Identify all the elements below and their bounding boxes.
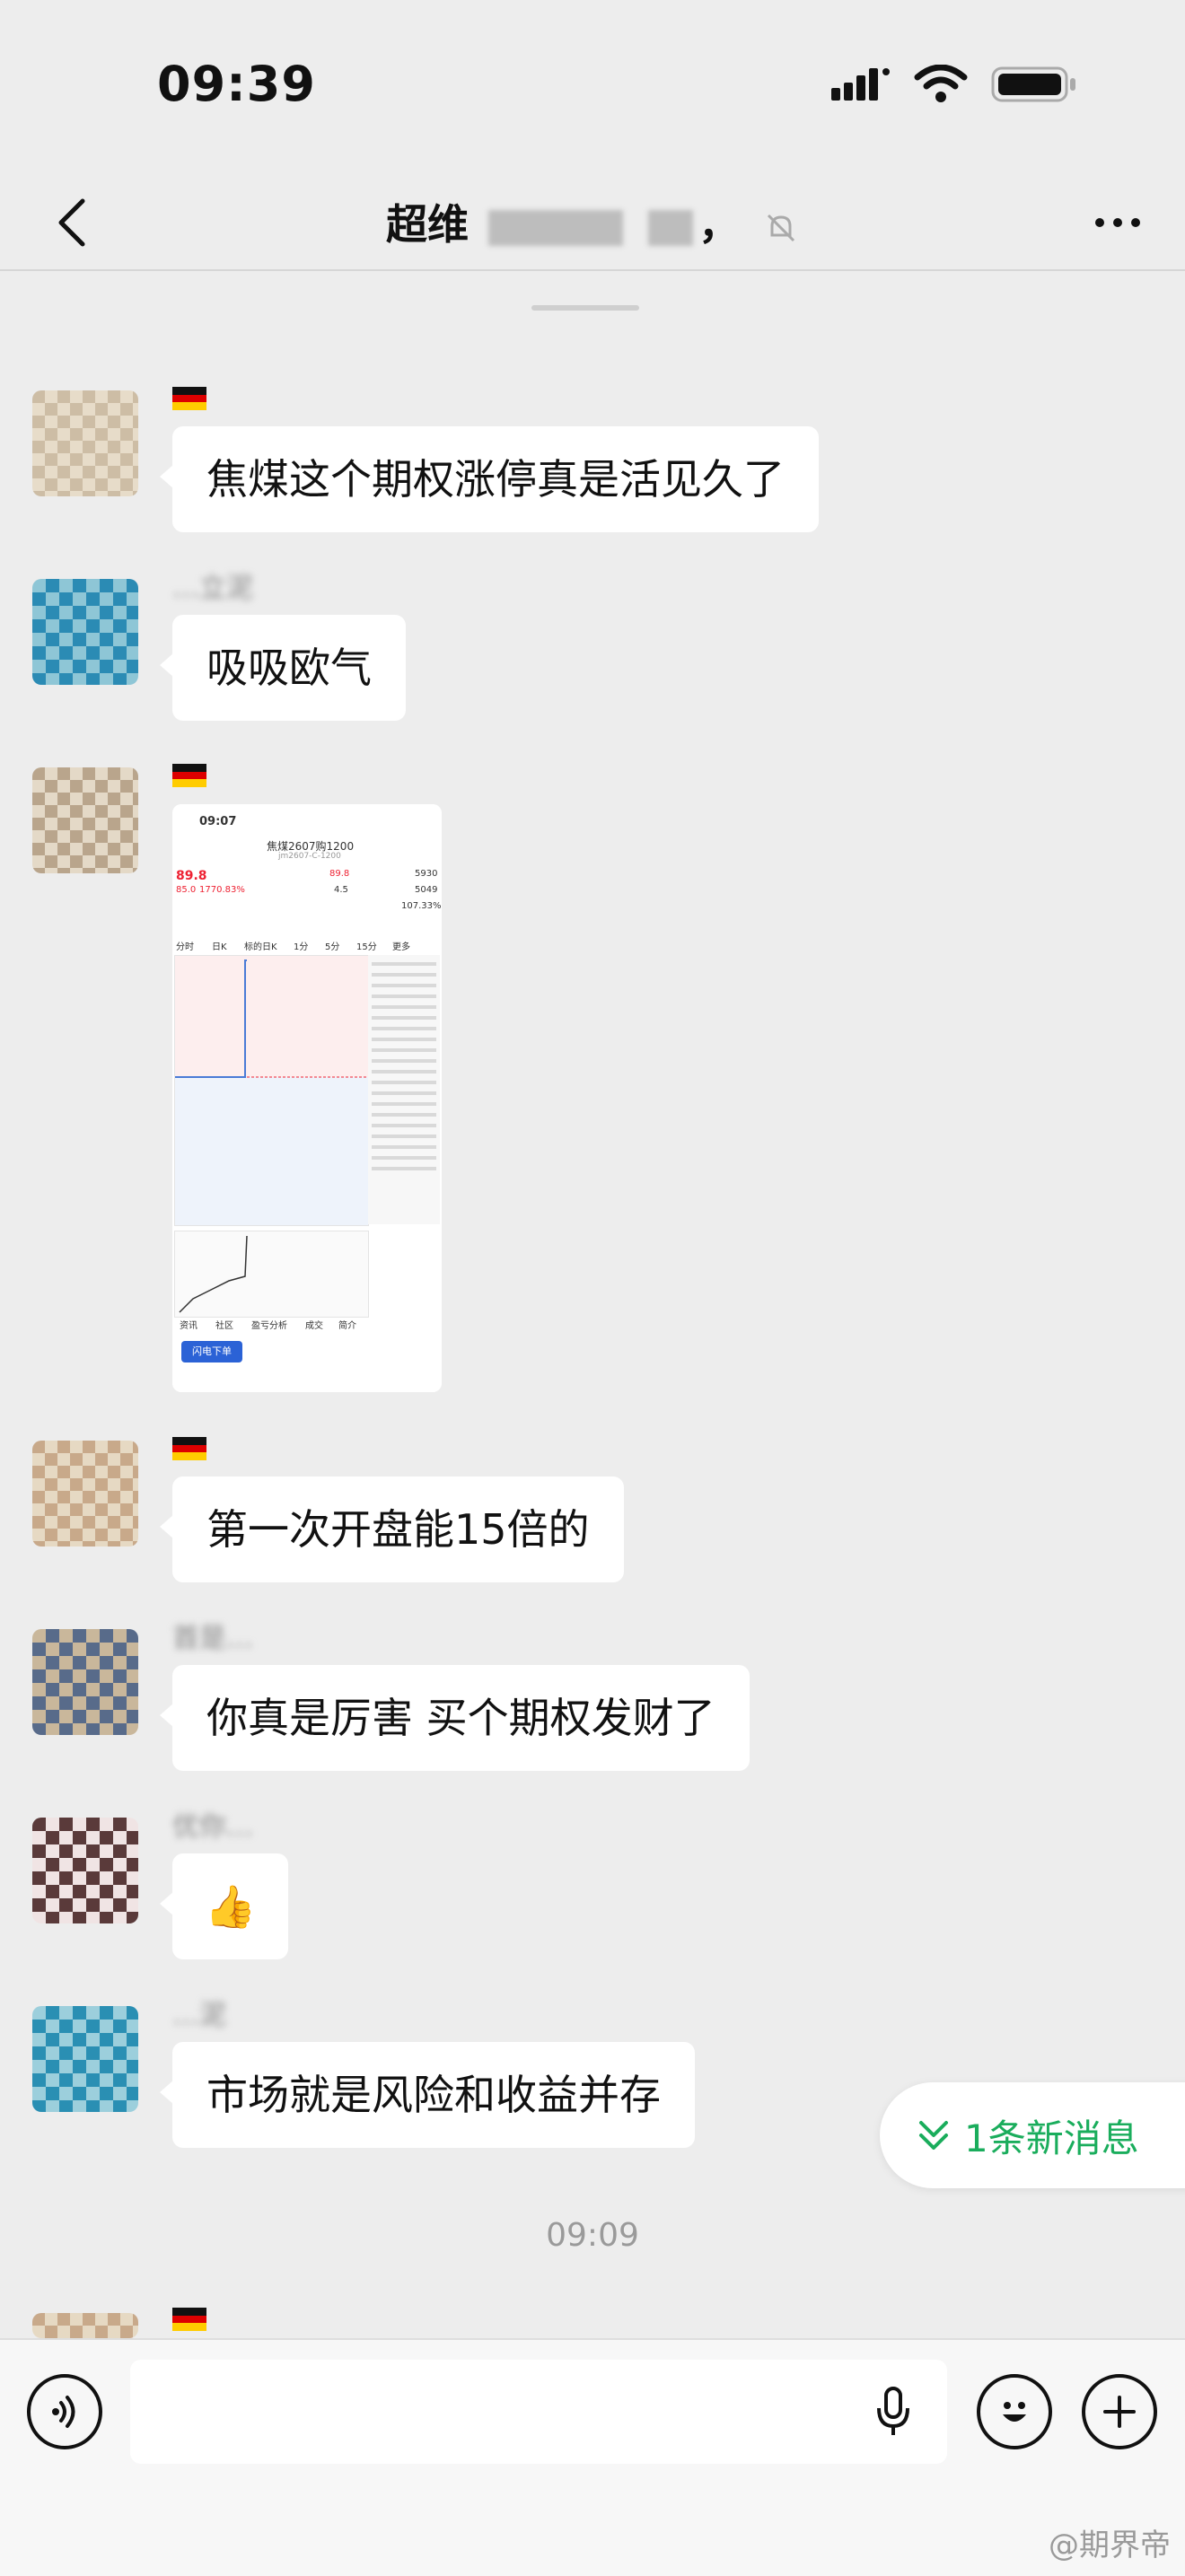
- screenshot-ratio: 107.33%: [401, 901, 442, 911]
- screenshot-bottom-tab: 简介: [338, 1321, 356, 1331]
- voice-input-button[interactable]: [27, 2374, 102, 2449]
- avatar[interactable]: [32, 2006, 138, 2112]
- battery-icon: [991, 66, 1075, 102]
- message-bubble[interactable]: 第一次开盘能15倍的: [160, 1476, 624, 1582]
- time-divider: 09:09: [546, 2217, 639, 2254]
- input-bar: [0, 2338, 1185, 2576]
- redacted-title: [648, 209, 693, 246]
- sender-name: 优你…: [172, 1811, 253, 1843]
- emoji-button[interactable]: [977, 2374, 1052, 2449]
- status-bar: 09:39: [0, 0, 1185, 171]
- message-bubble[interactable]: 👍: [159, 1853, 289, 1959]
- screenshot-bottom-tab: 盈亏分析: [251, 1321, 287, 1331]
- watermark: @期界帝: [1049, 2528, 1171, 2563]
- avatar[interactable]: [32, 1629, 138, 1735]
- message-bubble[interactable]: 吸吸欧气: [160, 615, 406, 721]
- screenshot-volume-chart: [174, 1231, 369, 1318]
- plus-icon: [1103, 2396, 1136, 2428]
- sender-name: …立泥: [172, 573, 253, 604]
- screenshot-tab: 15分: [356, 942, 377, 952]
- voice-icon: [52, 2396, 75, 2428]
- avatar[interactable]: [32, 767, 138, 873]
- screenshot-open: 89.8: [329, 869, 350, 879]
- screenshot-order-button: 闪电下单: [181, 1341, 242, 1362]
- screenshot-bottom-tab: 成交: [305, 1321, 323, 1331]
- more-actions-button[interactable]: [1082, 2374, 1157, 2449]
- image-message[interactable]: 09:07 焦煤2607购1200 jm2607-C-1200 89.8 85.…: [172, 804, 442, 1392]
- screenshot-trades: [368, 955, 440, 1224]
- message-bubble[interactable]: 市场就是风险和收益并存: [160, 2042, 695, 2148]
- screenshot-tab: 日K: [212, 942, 227, 952]
- message-bubble[interactable]: 你真是厉害 买个期权发财了: [160, 1665, 750, 1771]
- scroll-indicator: [531, 305, 639, 311]
- avatar[interactable]: [32, 579, 138, 685]
- chat-header: 超维 ，: [0, 171, 1185, 271]
- screenshot-time: 09:07: [199, 815, 237, 828]
- sender-flag-icon: [172, 763, 206, 794]
- sender-flag-icon: [172, 2307, 206, 2338]
- sender-flag-icon: [172, 386, 206, 417]
- screenshot-pct: 1770.83%: [199, 885, 245, 895]
- screenshot-vol: 5930: [415, 869, 438, 879]
- mic-button[interactable]: [866, 2385, 920, 2439]
- avatar[interactable]: [32, 1818, 138, 1923]
- mute-bell-icon: [767, 214, 795, 241]
- screenshot-change: 85.0: [176, 885, 197, 895]
- avatar[interactable]: [32, 390, 138, 496]
- message-bubble[interactable]: 焦煤这个期权涨停真是活见久了: [160, 426, 819, 532]
- screenshot-last: 89.8: [176, 869, 207, 883]
- sender-name: 首是…: [172, 1623, 253, 1654]
- screenshot-code: jm2607-C-1200: [278, 852, 341, 861]
- screenshot-bottom-tab: 社区: [215, 1321, 233, 1331]
- screenshot-chart: [174, 955, 369, 1226]
- new-messages-label: 1条新消息: [964, 2116, 1139, 2160]
- screenshot-bottom-tab: 资讯: [180, 1321, 198, 1331]
- sender-name: …泥: [172, 2000, 226, 2031]
- more-options-button[interactable]: [1086, 196, 1149, 250]
- microphone-icon: [877, 2387, 909, 2435]
- status-time: 09:39: [157, 56, 316, 112]
- more-horizontal-icon: [1095, 218, 1140, 227]
- redacted-title: [487, 209, 623, 246]
- message-input[interactable]: [130, 2360, 947, 2464]
- screenshot-tab: 更多: [392, 942, 410, 952]
- screenshot-oi: 5049: [415, 885, 438, 895]
- chat-title-start: 超: [385, 200, 427, 249]
- screenshot-tab: 分时: [176, 942, 194, 952]
- chat-title-end: ，: [698, 200, 740, 249]
- status-icons: [831, 65, 1077, 104]
- screenshot-tab: 标的日K: [244, 942, 277, 952]
- cellular-signal-icon: [831, 68, 890, 101]
- chat-title-mid: 维: [426, 200, 469, 249]
- sender-flag-icon: [172, 1436, 206, 1468]
- screenshot-tab: 1分: [294, 942, 309, 952]
- screenshot-tab: 5分: [325, 942, 340, 952]
- wifi-icon: [914, 65, 968, 102]
- chat-title: 超维 ，: [0, 192, 1185, 251]
- new-messages-button[interactable]: 1条新消息: [880, 2082, 1185, 2188]
- double-chevron-down-icon: [919, 2121, 948, 2150]
- avatar[interactable]: [32, 1441, 138, 1546]
- screenshot-image: 09:07 焦煤2607购1200 jm2607-C-1200 89.8 85.…: [172, 804, 442, 1392]
- screenshot-low: 4.5: [334, 885, 348, 895]
- avatar[interactable]: [32, 2313, 138, 2338]
- smiley-icon: [1003, 2402, 1026, 2422]
